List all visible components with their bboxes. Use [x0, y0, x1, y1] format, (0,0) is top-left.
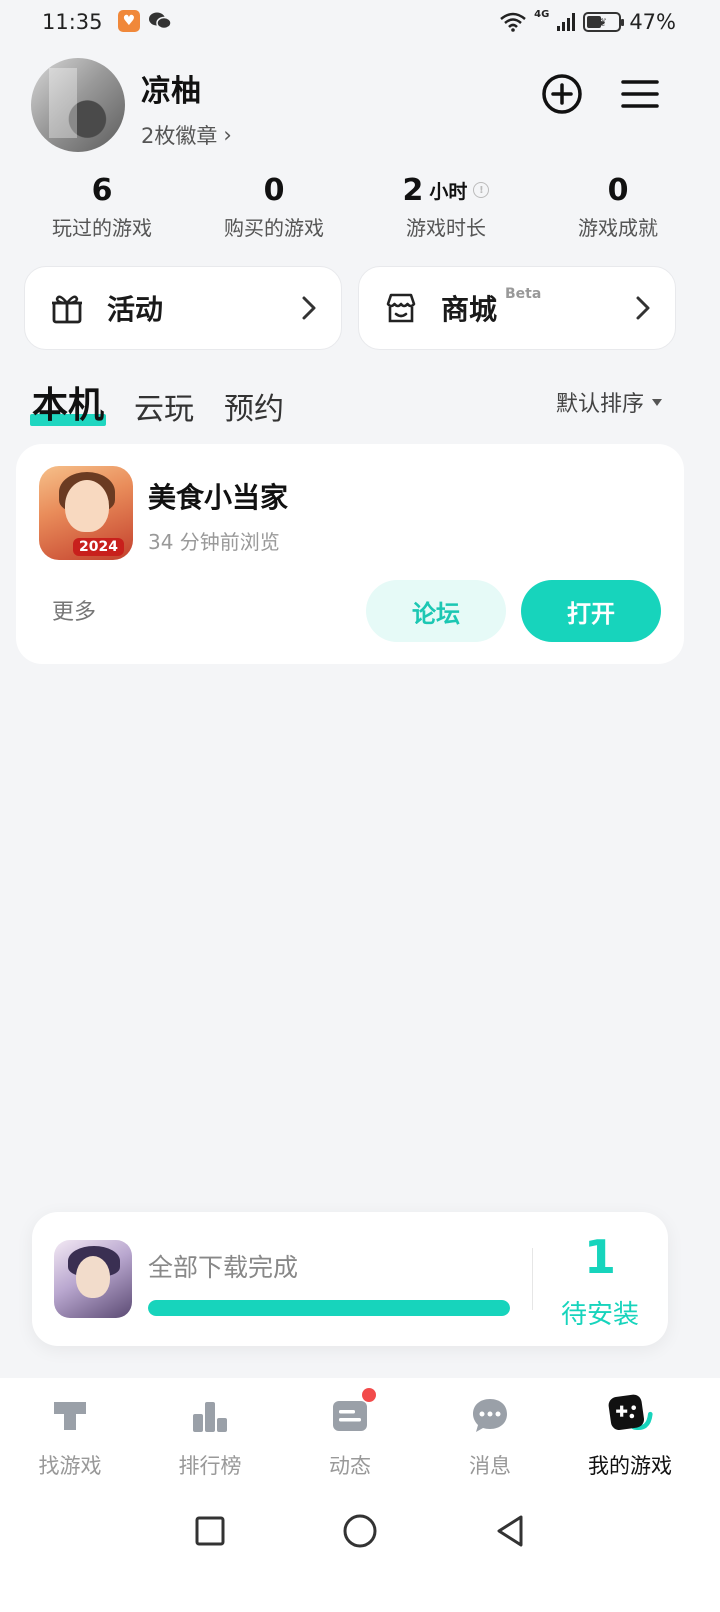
app-notification-icon: ♥	[118, 10, 140, 32]
avatar[interactable]	[31, 58, 125, 152]
info-icon[interactable]: !	[473, 182, 490, 198]
game-app-icon[interactable]: 2024	[39, 466, 133, 560]
tab-reserved[interactable]: 预约	[224, 384, 284, 428]
stat-label: 游戏成就	[578, 216, 658, 240]
sort-label: 默认排序	[555, 392, 644, 417]
game-icon-badge: 2024	[73, 538, 124, 556]
network-type: 4G	[534, 8, 550, 20]
stat-played-games[interactable]: 6 玩过的游戏	[16, 170, 188, 241]
nav-messages[interactable]: 消息	[420, 1392, 560, 1480]
nav-my-games[interactable]: 我的游戏	[560, 1392, 700, 1480]
store-label: 商城	[441, 293, 498, 326]
signal-icon	[557, 13, 576, 31]
plus-circle-icon	[542, 74, 582, 114]
ranking-icon	[186, 1392, 234, 1440]
download-game-icon	[54, 1240, 132, 1318]
gift-icon	[52, 295, 82, 324]
stat-label: 购买的游戏	[224, 216, 324, 240]
chevron-right-icon: ›	[223, 123, 232, 147]
store-icon	[386, 293, 416, 323]
sort-dropdown[interactable]: 默认排序	[556, 386, 662, 418]
nav-find-games[interactable]: 找游戏	[0, 1392, 140, 1480]
menu-button[interactable]	[618, 72, 662, 116]
pending-install-label: 待安装	[560, 1300, 639, 1330]
nav-ranking[interactable]: 排行榜	[140, 1392, 280, 1480]
wifi-icon	[500, 12, 526, 32]
nav-label: 我的游戏	[588, 1454, 672, 1478]
game-tabs: 本机 云玩 预约	[29, 376, 284, 428]
hamburger-menu-icon	[621, 80, 659, 108]
beta-badge: Beta	[505, 286, 542, 302]
download-progress-bar	[148, 1300, 510, 1316]
stats-row: 6 玩过的游戏 0 购买的游戏 2 小时 ! 游戏时长 0 游戏成就	[0, 170, 720, 241]
status-time: 11:35	[42, 10, 103, 34]
activity-button[interactable]: 活动	[24, 266, 342, 350]
stat-value: 0	[607, 172, 629, 208]
circle-icon	[343, 1514, 377, 1548]
stat-label: 玩过的游戏	[52, 216, 152, 240]
stat-label: 游戏时长	[406, 216, 486, 240]
stat-play-time[interactable]: 2 小时 ! 游戏时长	[360, 170, 532, 241]
stat-unit: 小时	[429, 180, 468, 203]
caret-down-icon	[652, 398, 662, 406]
username[interactable]: 凉柚	[141, 66, 201, 110]
stat-purchased-games[interactable]: 0 购买的游戏	[188, 170, 360, 241]
my-games-icon	[606, 1392, 654, 1440]
forum-button[interactable]: 论坛	[366, 580, 506, 642]
feed-icon	[326, 1388, 376, 1440]
nav-feed[interactable]: 动态	[280, 1388, 420, 1480]
game-title[interactable]: 美食小当家	[148, 476, 288, 516]
find-games-icon	[46, 1392, 94, 1440]
notification-dot	[362, 1388, 376, 1402]
more-button[interactable]: 更多	[52, 594, 96, 626]
bottom-navigation: 找游戏 排行榜 动态 消息 我的游戏	[0, 1378, 720, 1612]
back-button[interactable]	[485, 1506, 535, 1556]
stat-value: 0	[263, 172, 285, 208]
recent-apps-button[interactable]	[185, 1506, 235, 1556]
chevron-right-icon	[636, 296, 650, 320]
chevron-right-icon	[302, 296, 316, 320]
status-notification-icons: ♥	[118, 10, 172, 32]
download-progress-fill	[148, 1300, 510, 1316]
battery-percent: 47%	[629, 10, 676, 34]
system-navigation	[0, 1506, 720, 1556]
stat-value: 6	[91, 172, 113, 208]
activity-label: 活动	[107, 293, 164, 326]
tab-cloud[interactable]: 云玩	[134, 384, 194, 428]
pending-install-count: 1	[583, 1230, 616, 1284]
battery-icon: ❦	[583, 12, 625, 32]
download-status-card[interactable]: 全部下载完成 1 待安装	[32, 1212, 668, 1346]
store-button[interactable]: 商城 Beta	[358, 266, 676, 350]
nav-label: 找游戏	[38, 1454, 102, 1478]
triangle-back-icon	[497, 1515, 523, 1547]
nav-label: 排行榜	[178, 1454, 242, 1478]
game-card: 2024 美食小当家 34 分钟前浏览 更多 论坛 打开	[16, 444, 684, 664]
nav-label: 动态	[329, 1454, 371, 1478]
stat-value: 2	[402, 172, 424, 208]
status-system-icons: 4G ❦ 47%	[500, 8, 676, 34]
badges-link[interactable]: 2枚徽章 ›	[141, 120, 232, 150]
tab-local[interactable]: 本机	[29, 376, 107, 428]
message-icon	[466, 1392, 514, 1440]
stat-achievements[interactable]: 0 游戏成就	[532, 170, 704, 241]
download-status-text: 全部下载完成	[148, 1253, 299, 1282]
add-button[interactable]	[540, 72, 584, 116]
square-icon	[195, 1516, 225, 1546]
badges-label: 2枚徽章	[141, 124, 218, 148]
open-button[interactable]: 打开	[521, 580, 661, 642]
home-button[interactable]	[335, 1506, 385, 1556]
nav-label: 消息	[469, 1454, 511, 1478]
divider	[532, 1248, 533, 1310]
wechat-icon	[148, 11, 172, 31]
game-last-viewed: 34 分钟前浏览	[148, 530, 280, 554]
